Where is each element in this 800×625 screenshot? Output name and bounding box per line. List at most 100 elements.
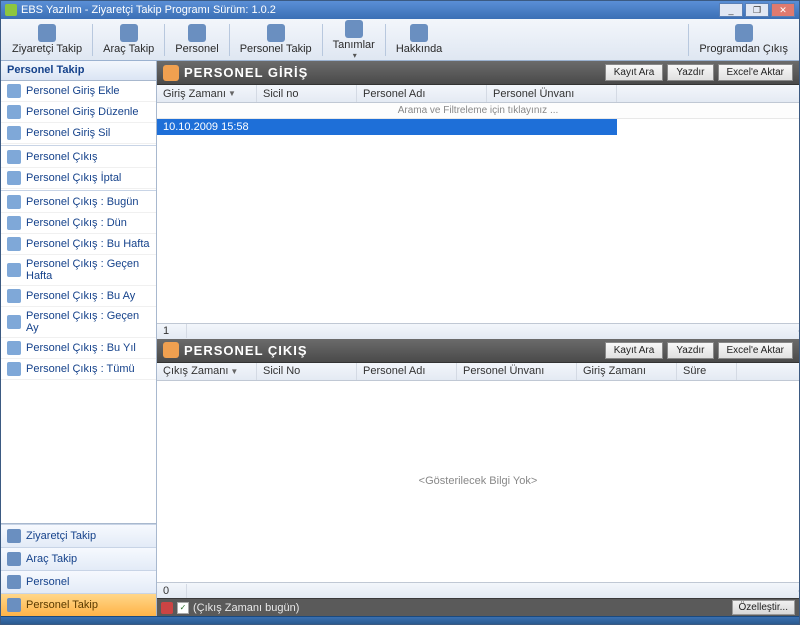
- sidebar-item-cikis-buhafta[interactable]: Personel Çıkış : Bu Hafta: [1, 234, 156, 255]
- filter-checkbox[interactable]: ✓: [177, 602, 189, 614]
- toolbar-hakkinda[interactable]: Hakkında: [389, 21, 449, 58]
- sidebar-item-cikis[interactable]: Personel Çıkış: [1, 147, 156, 168]
- col-personel-adi[interactable]: Personel Adı: [357, 85, 487, 102]
- sidebar-item-cikis-buay[interactable]: Personel Çıkış : Bu Ay: [1, 286, 156, 307]
- toolbar-tanimlar[interactable]: Tanımlar▾: [326, 17, 382, 63]
- col-giris-zamani[interactable]: Giriş Zamanı▼: [157, 85, 257, 102]
- filter-text: (Çıkış Zamanı bugün): [193, 602, 299, 614]
- add-icon: [7, 84, 21, 98]
- sidebar-item-cikis-tumu[interactable]: Personel Çıkış : Tümü: [1, 359, 156, 380]
- toolbar-ziyaretci-takip[interactable]: Ziyaretçi Takip: [5, 21, 89, 58]
- sidebar-item-cikis-gecenay[interactable]: Personel Çıkış : Geçen Ay: [1, 307, 156, 338]
- exit-icon: [735, 24, 753, 42]
- cikis-grid-body[interactable]: <Gösterilecek Bilgi Yok>: [157, 381, 799, 583]
- giris-count: 1: [157, 324, 187, 338]
- sidebar-item-cikis-buyil[interactable]: Personel Çıkış : Bu Yıl: [1, 338, 156, 359]
- main-content: PERSONEL GİRİŞ Kayıt Ara Yazdır Excel'e …: [157, 61, 799, 616]
- toolbar-arac-takip[interactable]: Araç Takip: [96, 21, 161, 58]
- cell-giris-zamani: 10.10.2009 15:58: [157, 120, 257, 134]
- giris-grid-header: Giriş Zamanı▼ Sicil no Personel Adı Pers…: [157, 85, 799, 103]
- sidebar-nav: Ziyaretçi Takip Araç Takip Personel Pers…: [1, 523, 156, 616]
- sidebar-header: Personel Takip: [1, 61, 156, 81]
- giris-filter-row[interactable]: Arama ve Filtreleme için tıklayınız ...: [157, 103, 799, 119]
- cikis-grid-header: Çıkış Zamanı▼ Sicil No Personel Adı Pers…: [157, 363, 799, 381]
- nav-personel-takip[interactable]: Personel Takip: [1, 593, 156, 616]
- col-cikis-sure[interactable]: Süre: [677, 363, 737, 380]
- app-icon: [5, 4, 17, 16]
- calendar-icon: [7, 195, 21, 209]
- nav-personel[interactable]: Personel: [1, 570, 156, 593]
- person-icon: [188, 24, 206, 42]
- cikis-grid-footer: 0: [157, 582, 799, 598]
- panel-cikis: PERSONEL ÇIKIŞ Kayıt Ara Yazdır Excel'e …: [157, 339, 799, 617]
- close-button[interactable]: ✕: [771, 3, 795, 17]
- sidebar-item-cikis-bugun[interactable]: Personel Çıkış : Bugün: [1, 192, 156, 213]
- minimize-button[interactable]: _: [719, 3, 743, 17]
- toolbar-personel[interactable]: Personel: [168, 21, 225, 58]
- customize-button[interactable]: Özelleştir...: [732, 600, 795, 615]
- calendar-icon: [7, 362, 21, 376]
- cikis-yazdir-button[interactable]: Yazdır: [667, 342, 713, 359]
- sort-desc-icon: ▼: [228, 89, 236, 98]
- delete-icon: [7, 126, 21, 140]
- personnel-track-icon: [267, 24, 285, 42]
- panel-giris: PERSONEL GİRİŞ Kayıt Ara Yazdır Excel'e …: [157, 61, 799, 339]
- person-icon: [7, 575, 21, 589]
- panel-giris-header: PERSONEL GİRİŞ Kayıt Ara Yazdır Excel'e …: [157, 61, 799, 85]
- sidebar: Personel Takip Personel Giriş Ekle Perso…: [1, 61, 157, 616]
- calendar-icon: [7, 289, 21, 303]
- sidebar-item-cikis-iptal[interactable]: Personel Çıkış İptal: [1, 168, 156, 189]
- nav-ziyaretci-takip[interactable]: Ziyaretçi Takip: [1, 524, 156, 547]
- app-window: EBS Yazılım - Ziyaretçi Takip Programı S…: [0, 0, 800, 625]
- col-cikis-zamani[interactable]: Çıkış Zamanı▼: [157, 363, 257, 380]
- col-personel-unvani[interactable]: Personel Ünvanı: [487, 85, 617, 102]
- nav-arac-takip[interactable]: Araç Takip: [1, 547, 156, 570]
- calendar-icon: [7, 263, 21, 277]
- exit-person-icon: [7, 150, 21, 164]
- sort-desc-icon: ▼: [230, 367, 238, 376]
- giris-kayit-ara-button[interactable]: Kayıt Ara: [605, 64, 664, 81]
- personnel-track-icon: [7, 598, 21, 612]
- panel-giris-title: PERSONEL GİRİŞ: [184, 65, 308, 80]
- col-cikis-personel-adi[interactable]: Personel Adı: [357, 363, 457, 380]
- giris-yazdir-button[interactable]: Yazdır: [667, 64, 713, 81]
- about-icon: [410, 24, 428, 42]
- cancel-icon: [7, 171, 21, 185]
- col-sicil-no[interactable]: Sicil no: [257, 85, 357, 102]
- col-cikis-giris-zamani[interactable]: Giriş Zamanı: [577, 363, 677, 380]
- sidebar-item-giris-sil[interactable]: Personel Giriş Sil: [1, 123, 156, 144]
- giris-grid-footer: 1: [157, 323, 799, 339]
- giris-row-selected[interactable]: 10.10.2009 15:58: [157, 119, 617, 135]
- titlebar: EBS Yazılım - Ziyaretçi Takip Programı S…: [1, 1, 799, 19]
- maximize-button[interactable]: ❐: [745, 3, 769, 17]
- cikis-empty-message: <Gösterilecek Bilgi Yok>: [157, 475, 799, 487]
- os-taskbar: [1, 616, 799, 624]
- giris-excel-button[interactable]: Excel'e Aktar: [718, 64, 794, 81]
- col-cikis-sicil-no[interactable]: Sicil No: [257, 363, 357, 380]
- panel-cikis-header: PERSONEL ÇIKIŞ Kayıt Ara Yazdır Excel'e …: [157, 339, 799, 363]
- calendar-icon: [7, 237, 21, 251]
- sidebar-item-cikis-dun[interactable]: Personel Çıkış : Dün: [1, 213, 156, 234]
- main-toolbar: Ziyaretçi Takip Araç Takip Personel Pers…: [1, 19, 799, 61]
- calendar-icon: [7, 341, 21, 355]
- panel-cikis-title: PERSONEL ÇIKIŞ: [184, 343, 308, 358]
- calendar-icon: [7, 216, 21, 230]
- sidebar-item-giris-ekle[interactable]: Personel Giriş Ekle: [1, 81, 156, 102]
- giris-grid-body[interactable]: 10.10.2009 15:58: [157, 119, 799, 323]
- toolbar-personel-takip[interactable]: Personel Takip: [233, 21, 319, 58]
- sidebar-item-cikis-gecenhafta[interactable]: Personel Çıkış : Geçen Hafta: [1, 255, 156, 286]
- cikis-excel-button[interactable]: Excel'e Aktar: [718, 342, 794, 359]
- vehicle-icon: [7, 552, 21, 566]
- cikis-status-bar: ✓ (Çıkış Zamanı bugün) Özelleştir...: [157, 598, 799, 616]
- visitor-icon: [38, 24, 56, 42]
- visitor-icon: [7, 529, 21, 543]
- toolbar-cikis[interactable]: Programdan Çıkış: [692, 21, 795, 58]
- cikis-kayit-ara-button[interactable]: Kayıt Ara: [605, 342, 664, 359]
- edit-icon: [7, 105, 21, 119]
- filter-remove-icon[interactable]: [161, 602, 173, 614]
- window-title: EBS Yazılım - Ziyaretçi Takip Programı S…: [21, 4, 276, 16]
- cikis-count: 0: [157, 584, 187, 598]
- sidebar-item-giris-duzenle[interactable]: Personel Giriş Düzenle: [1, 102, 156, 123]
- vehicle-icon: [120, 24, 138, 42]
- col-cikis-personel-unvani[interactable]: Personel Ünvanı: [457, 363, 577, 380]
